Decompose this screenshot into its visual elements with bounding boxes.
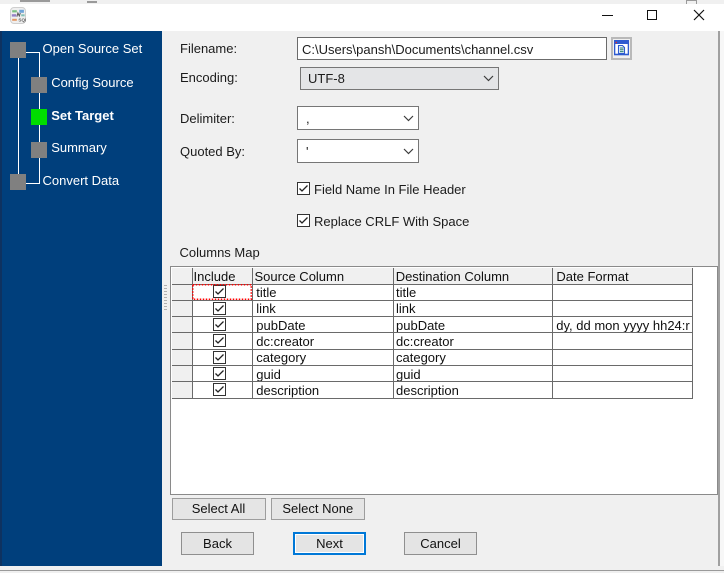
svg-text:SQL: SQL <box>18 18 26 23</box>
